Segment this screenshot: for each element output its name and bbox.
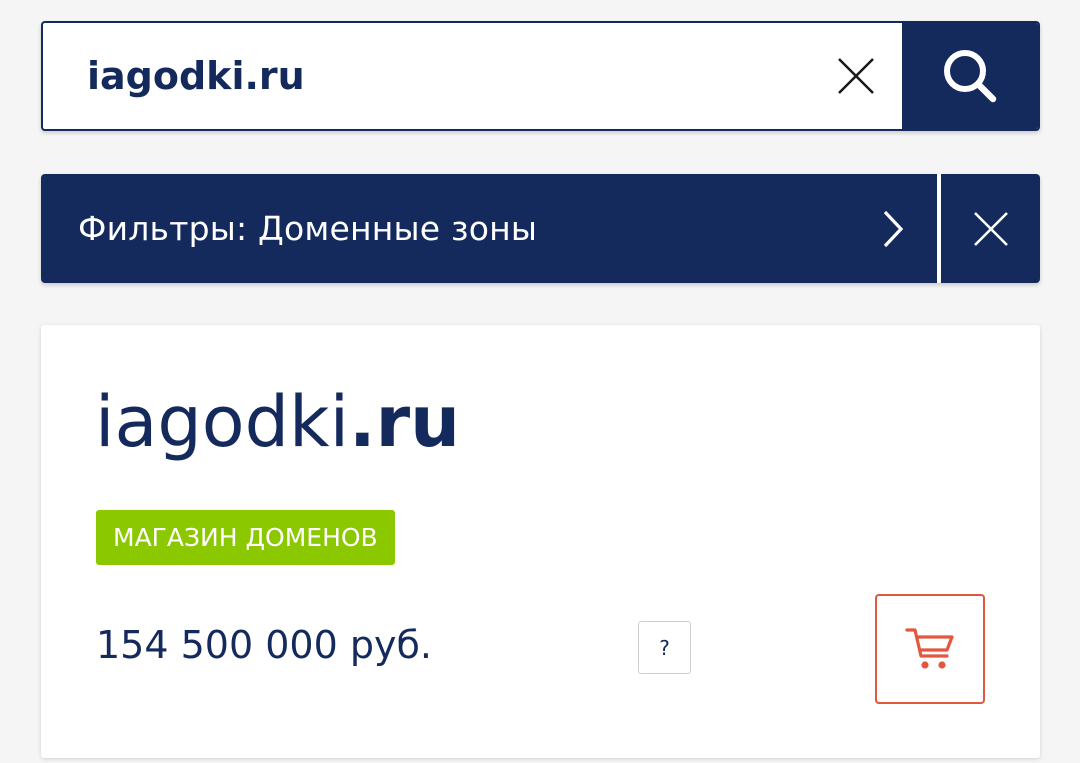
search-icon — [944, 50, 997, 103]
filter-clear-button[interactable] — [941, 174, 1040, 283]
filter-label: Фильтры: Доменные зоны — [78, 209, 538, 248]
search-clear-button[interactable] — [810, 23, 902, 129]
cart-icon — [905, 628, 954, 669]
add-to-cart-button[interactable] — [875, 594, 985, 704]
domain-store-badge: МАГАЗИН ДОМЕНОВ — [96, 510, 395, 565]
domain-tld: .ru — [349, 381, 460, 463]
close-icon — [973, 211, 1008, 246]
search-button[interactable] — [902, 23, 1038, 129]
price-help-button[interactable]: ? — [638, 621, 691, 674]
filter-bar: Фильтры: Доменные зоны — [41, 174, 1040, 283]
domain-result-card: iagodki.ru МАГАЗИН ДОМЕНОВ 154 500 000 р… — [41, 325, 1040, 758]
close-icon — [838, 58, 874, 94]
search-input[interactable] — [43, 23, 810, 129]
search-bar — [41, 21, 1040, 131]
filter-domain-zones-button[interactable]: Фильтры: Доменные зоны — [41, 174, 937, 283]
domain-name: iagodki — [95, 381, 350, 463]
domain-title[interactable]: iagodki.ru — [95, 387, 460, 457]
chevron-right-icon — [883, 210, 904, 247]
domain-price: 154 500 000 руб. — [96, 623, 432, 667]
